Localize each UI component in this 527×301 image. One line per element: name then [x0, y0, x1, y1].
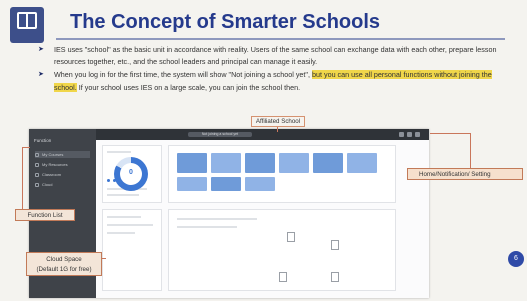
document-icon: [279, 272, 287, 282]
page-number: 6: [508, 251, 524, 267]
cloud-space-note: (Default 1G for free): [36, 266, 92, 273]
text-placeholder: [107, 224, 153, 226]
quick-card: [211, 153, 241, 173]
quick-card: [177, 153, 207, 173]
arrow-bullet-icon: ➤: [38, 46, 44, 53]
home-connector: [430, 133, 471, 134]
bullet-text-end: If your school uses IES on a large scale…: [76, 82, 301, 92]
cloud-space-title: Cloud Space: [46, 256, 82, 263]
quick-card: [279, 153, 309, 173]
gear-icon: [415, 132, 420, 137]
bullet-text-start: When you log in for the first time, the …: [54, 70, 312, 80]
menu-icon: [35, 162, 39, 167]
quick-card: [211, 177, 241, 191]
home-connector: [470, 133, 471, 168]
text-placeholder: [177, 226, 237, 228]
document-icon: [287, 232, 295, 242]
title-divider: [56, 38, 505, 40]
document-icon: [331, 272, 339, 282]
sidebar-brand: Function: [34, 138, 52, 143]
sidebar-item-label: My Resources: [42, 162, 68, 167]
bullet-text: IES uses "school" as the basic unit in a…: [54, 45, 497, 67]
document-icon: [331, 240, 339, 250]
sidebar-item-label: Classroom: [42, 172, 62, 177]
sidebar-item-label: Cloud: [42, 182, 53, 187]
quick-card: [245, 177, 275, 191]
home-icon: [399, 132, 404, 137]
logo-mark-icon: [17, 12, 37, 29]
status-dot: [107, 179, 110, 182]
ring-value: 0: [129, 169, 133, 176]
text-placeholder: [107, 151, 131, 153]
menu-icon: [35, 182, 39, 187]
sidebar-item: Classroom: [35, 171, 90, 178]
text-placeholder: [177, 218, 257, 220]
slide-title: The Concept of Smarter Schools: [70, 11, 381, 33]
content-panel: [168, 209, 396, 291]
bullet-item-1: ➤ IES uses "school" as the basic unit in…: [36, 44, 501, 68]
bullet-list: ➤ IES uses "school" as the basic unit in…: [36, 44, 501, 95]
quick-cards-panel: [168, 145, 396, 203]
function-list-label: Function List: [15, 209, 75, 221]
affiliated-school-label: Affiliated School: [251, 116, 305, 127]
function-list-connector: [22, 147, 23, 209]
bullet-item-2: ➤ When you log in for the first time, th…: [36, 69, 501, 93]
cloud-space-label: Cloud Space (Default 1G for free): [26, 252, 102, 276]
school-name-pill: Not joining a school yet: [188, 132, 252, 137]
text-placeholder: [107, 194, 139, 196]
screenshot-main: Not joining a school yet 0: [96, 129, 429, 298]
arrow-bullet-icon: ➤: [38, 71, 44, 79]
quick-card: [245, 153, 275, 173]
home-notification-setting-label: Home/Notification/ Setting: [407, 168, 523, 180]
affiliated-school-connector: [277, 127, 278, 132]
quick-card: [313, 153, 343, 173]
text-placeholder: [107, 232, 135, 234]
storage-ring-chart: 0: [114, 157, 148, 191]
menu-icon: [35, 152, 39, 157]
cloud-space-panel: [102, 209, 162, 291]
function-list-connector: [22, 147, 30, 148]
cloud-space-connector: [102, 258, 106, 259]
quick-card: [177, 177, 207, 191]
sidebar-item: My Courses: [35, 151, 90, 158]
screenshot-topbar: Not joining a school yet: [96, 129, 429, 140]
menu-icon: [35, 172, 39, 177]
sidebar-item: My Resources: [35, 161, 90, 168]
sidebar-item: Cloud: [35, 181, 90, 188]
ies-logo: [10, 7, 44, 43]
bell-icon: [407, 132, 412, 137]
text-placeholder: [107, 216, 141, 218]
quick-card: [347, 153, 377, 173]
sidebar-item-label: My Courses: [42, 152, 64, 157]
